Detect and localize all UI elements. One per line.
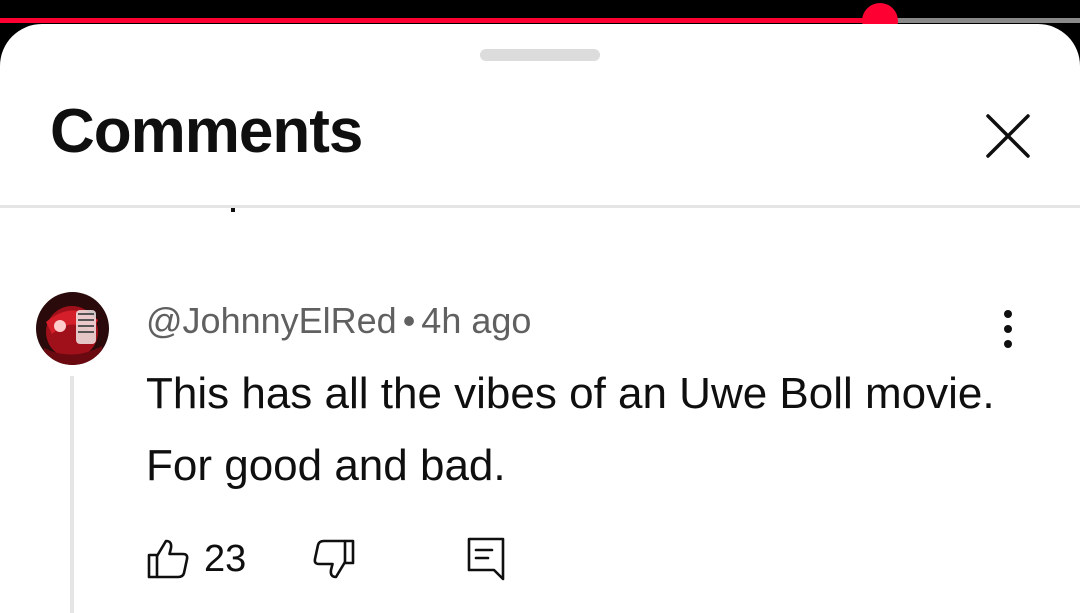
- like-count: 23: [204, 537, 247, 580]
- comments-sheet: Comments @JohnnyElRed • 4h ago This has al…: [0, 24, 1080, 613]
- avatar[interactable]: [36, 292, 109, 365]
- dislike-button[interactable]: [312, 537, 356, 581]
- thumb-up-icon: [147, 539, 189, 579]
- comments-title: Comments: [50, 97, 363, 166]
- thread-line: [70, 376, 74, 613]
- comment-author[interactable]: @JohnnyElRed: [146, 300, 397, 341]
- more-options-button[interactable]: [990, 304, 1026, 354]
- comment-text: This has all the vibes of an Uwe Boll mo…: [146, 369, 995, 490]
- reply-button[interactable]: [466, 536, 506, 582]
- clipped-comment-fragment: [231, 208, 235, 212]
- avatar-image: [36, 292, 109, 365]
- comment-actions: 23: [146, 534, 506, 584]
- more-vert-icon: [1004, 310, 1012, 348]
- reply-icon: [467, 537, 505, 581]
- progress-played: [0, 18, 881, 23]
- comment-meta: @JohnnyElRed • 4h ago: [146, 300, 531, 342]
- meta-separator: •: [402, 300, 416, 341]
- close-icon: [986, 114, 1030, 158]
- header-divider: [0, 205, 1080, 208]
- comment-time: 4h ago: [421, 300, 532, 341]
- video-progress-bar[interactable]: [0, 18, 1080, 23]
- close-button[interactable]: [978, 106, 1038, 166]
- thumb-down-icon: [313, 539, 355, 579]
- sheet-drag-handle[interactable]: [480, 49, 600, 61]
- like-button[interactable]: 23: [146, 537, 246, 581]
